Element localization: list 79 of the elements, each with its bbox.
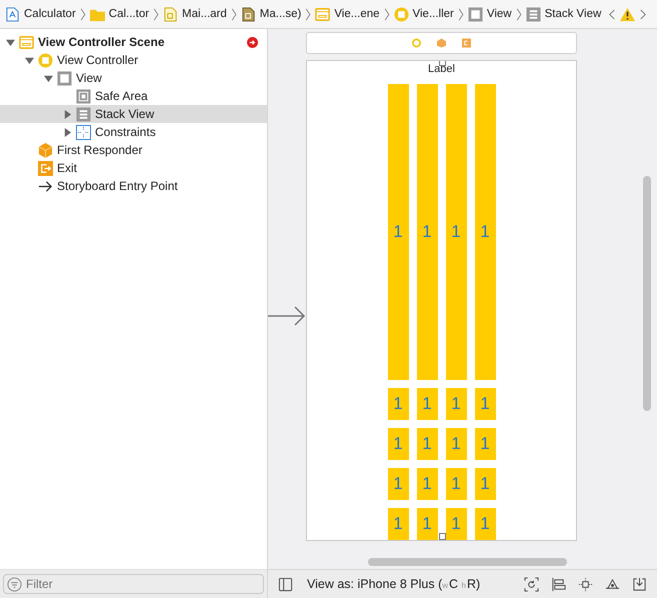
number-button[interactable]: 1 (446, 468, 466, 500)
chevron-icon (305, 8, 312, 20)
disclosure-open-icon[interactable] (44, 74, 53, 82)
chevron-icon (516, 8, 522, 20)
chevron-right-icon[interactable] (640, 8, 646, 20)
outline-item[interactable]: Storyboard Entry Point (0, 177, 267, 195)
stack-icon (76, 106, 91, 122)
breadcrumb-item[interactable]: Stack View (526, 6, 602, 22)
square-icon (468, 6, 483, 22)
error-icon[interactable] (247, 37, 258, 48)
outline-item[interactable]: View Controller (0, 51, 267, 69)
breadcrumb-item[interactable]: Cal...tor (90, 6, 150, 22)
horizontal-scrollbar[interactable] (368, 558, 567, 566)
square-icon (57, 70, 72, 86)
outline-item[interactable]: View (0, 69, 267, 87)
label-text[interactable]: Label (428, 62, 455, 76)
number-button[interactable]: 1 (416, 468, 438, 500)
chevron-left-icon[interactable] (609, 8, 616, 20)
document-icon (5, 6, 20, 22)
breadcrumb-item[interactable]: Vie...ller (394, 6, 454, 22)
number-button[interactable]: 1 (416, 388, 438, 420)
outline-item[interactable]: View Controller Scene (0, 33, 267, 51)
number-button[interactable]: 1 (388, 428, 408, 460)
number-button[interactable]: 1 (446, 508, 466, 540)
number-button[interactable]: 1 (446, 84, 466, 380)
disclosure-closed-icon[interactable] (63, 110, 72, 118)
number-button[interactable]: 1 (388, 468, 408, 500)
disclosure-open-icon[interactable] (25, 56, 34, 64)
number-button[interactable]: 1 (474, 428, 496, 460)
number-button[interactable]: 1 (474, 468, 496, 500)
number-button[interactable]: 1 (474, 388, 496, 420)
breadcrumb-item[interactable]: View (468, 6, 512, 22)
outline-item[interactable]: Safe Area (0, 87, 267, 105)
document-icon (163, 6, 178, 22)
outline-item[interactable]: Constraints (0, 123, 267, 141)
number-button[interactable]: 1 (474, 84, 496, 380)
arrow-icon (38, 178, 53, 194)
filter-field[interactable]: Filter (3, 574, 264, 594)
entry-arrow (268, 304, 306, 328)
breadcrumb-item[interactable]: Mai...ard (163, 6, 227, 22)
breadcrumb-item[interactable]: Vie...ene (315, 6, 380, 22)
constraints-icon (76, 124, 91, 140)
embed-icon[interactable] (632, 576, 647, 592)
number-button[interactable]: 1 (416, 508, 438, 540)
outline-item[interactable]: Stack View (0, 105, 267, 123)
chevron-icon (153, 8, 160, 20)
chevron-icon (458, 8, 464, 20)
number-button[interactable]: 1 (388, 84, 408, 380)
breadcrumb-item[interactable]: Calculator (5, 6, 76, 22)
chevron-icon (230, 8, 237, 20)
vertical-scrollbar[interactable] (643, 176, 651, 411)
exit-icon (38, 160, 53, 176)
scene-icon (315, 6, 330, 22)
cube-icon (38, 142, 53, 158)
number-button[interactable]: 1 (416, 84, 438, 380)
number-button[interactable]: 1 (474, 508, 496, 540)
safe-area-icon (76, 88, 91, 104)
pin-icon[interactable] (578, 576, 593, 592)
outline-item[interactable]: Exit (0, 159, 267, 177)
number-button[interactable]: 1 (446, 388, 466, 420)
warning-icon[interactable] (620, 6, 636, 22)
disclosure-closed-icon[interactable] (63, 128, 72, 136)
filter-icon (7, 577, 22, 592)
number-button[interactable]: 1 (388, 388, 408, 420)
chevron-icon (384, 8, 390, 20)
breadcrumb-item[interactable]: Ma...se) (240, 6, 302, 22)
number-button[interactable]: 1 (416, 428, 438, 460)
stack-icon (526, 6, 541, 22)
scene-icon (19, 34, 34, 50)
number-button[interactable]: 1 (388, 508, 408, 540)
outline-item[interactable]: First Responder (0, 141, 267, 159)
resolve-icon[interactable] (605, 576, 620, 592)
sidebar-toggle-icon[interactable] (278, 576, 293, 592)
number-button[interactable]: 1 (446, 428, 466, 460)
document-icon (240, 6, 256, 22)
chevron-icon (80, 8, 86, 20)
refresh-frame-icon[interactable] (524, 576, 539, 592)
disclosure-open-icon[interactable] (6, 38, 15, 46)
align-icon[interactable] (551, 576, 566, 592)
